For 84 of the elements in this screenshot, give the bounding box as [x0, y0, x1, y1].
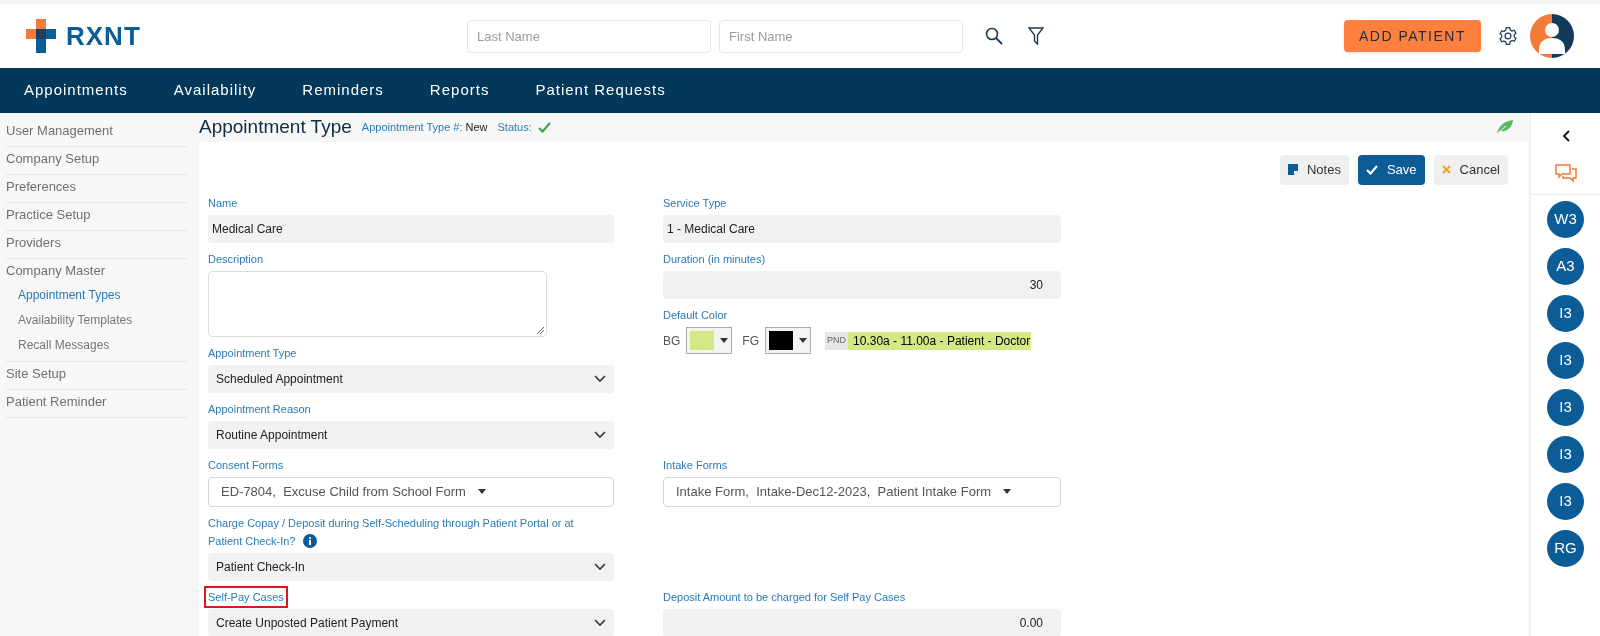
status-label: Status: [497, 120, 532, 135]
caret-icon [799, 338, 807, 343]
color-label: FG [742, 332, 759, 350]
chevron-left-icon[interactable] [1561, 130, 1570, 142]
sidebar-subitem[interactable]: Availability Templates [18, 311, 187, 330]
close-icon [1441, 165, 1451, 174]
field-label: Appointment Type [207, 345, 298, 361]
nav-tab[interactable]: Availability [173, 79, 257, 102]
sidebar-subitem[interactable]: Appointment Types [18, 286, 187, 305]
notes-button[interactable]: Notes [1279, 154, 1349, 185]
user-initials-avatar[interactable]: W3 [1547, 201, 1584, 238]
status-tag: PND [825, 331, 849, 350]
appointment-number-label: Appointment Type #: [361, 120, 463, 135]
caret-icon [720, 338, 729, 343]
color-picker[interactable] [686, 327, 733, 354]
caret-icon [477, 489, 486, 494]
sidebar-item[interactable]: Providers [6, 234, 187, 252]
nav-tab[interactable]: Appointments [24, 79, 128, 102]
settings-icon[interactable] [1498, 26, 1518, 46]
sidebar-item[interactable]: Preferences [6, 178, 187, 196]
nav-tab[interactable]: Reminders [302, 79, 384, 102]
field-label: Description [207, 251, 265, 267]
number-field[interactable]: 30 [663, 270, 1061, 299]
chevron-down-icon [594, 618, 606, 627]
chevron-down-icon [594, 374, 606, 383]
nav-tab[interactable]: Patient Requests [535, 79, 666, 102]
search-icon[interactable] [985, 27, 1003, 45]
sidebar-subitem[interactable]: Recall Messages [18, 336, 187, 355]
note-icon [1287, 164, 1298, 175]
field-label: Appointment Reason [207, 401, 312, 417]
color-picker[interactable] [765, 327, 811, 354]
color-label: BG [663, 332, 681, 350]
sidebar-item[interactable]: User Management [6, 122, 187, 140]
text-field[interactable]: Medical Care [208, 214, 614, 243]
sidebar-item[interactable]: Company Setup [6, 150, 187, 168]
user-initials-avatar[interactable]: RG [1547, 530, 1584, 567]
filter-icon[interactable] [1028, 27, 1044, 45]
check-icon [1365, 164, 1378, 175]
field-label: Name [207, 195, 239, 211]
cancel-button[interactable]: Cancel [1433, 154, 1508, 185]
sidebar-item[interactable]: Company Master [6, 262, 187, 280]
number-field[interactable]: 0.00 [663, 608, 1061, 636]
resize-handle-icon [536, 325, 544, 334]
user-avatar-icon[interactable] [1530, 14, 1574, 58]
text-field[interactable]: 1 - Medical Care [663, 214, 1061, 243]
logo-text: RXNT [66, 19, 141, 53]
user-initials-avatar[interactable]: I3 [1547, 295, 1584, 332]
user-initials-avatar[interactable]: I3 [1547, 342, 1584, 379]
field-label: Charge Copay / Deposit during Self-Scheduling through Patient Portal or at Patient Check-In? [207, 515, 575, 550]
field-label: Service Type [662, 195, 728, 211]
check-icon [537, 121, 551, 133]
nav-tab[interactable]: Reports [429, 79, 490, 102]
sidebar-item[interactable]: Practice Setup [6, 206, 187, 224]
appointment-number-value: New [465, 120, 488, 135]
select-dropdown[interactable]: Create Unposted Patient Payment [208, 608, 614, 636]
preview-text: 10.30a - 11.00a - Patient - Doctor [853, 332, 1031, 350]
caret-icon [1003, 489, 1012, 494]
info-icon [303, 533, 318, 548]
multiselect-dropdown[interactable]: Intake Form, Intake-Dec12-2023, Patient Intake Form [663, 476, 1061, 507]
leaf-icon [1496, 119, 1514, 136]
field-label: Consent Forms [207, 457, 285, 473]
sidebar-item[interactable]: Site Setup [6, 365, 187, 383]
save-button[interactable]: Save [1357, 154, 1425, 185]
chat-icon[interactable] [1554, 163, 1577, 185]
chevron-down-icon [594, 562, 606, 571]
field-label: Duration (in minutes) [662, 251, 767, 267]
multiselect-dropdown[interactable]: ED-7804, Excuse Child from School Form [208, 476, 614, 507]
sidebar-item[interactable]: Patient Reminder [6, 393, 187, 411]
field-label: Self-Pay Cases [204, 585, 288, 608]
chevron-down-icon [594, 430, 606, 439]
field-label: Default Color [662, 307, 729, 323]
user-initials-avatar[interactable]: I3 [1547, 389, 1584, 426]
field-label: Deposit Amount to be charged for Self Pay Cases [662, 589, 907, 605]
user-initials-avatar[interactable]: A3 [1547, 248, 1584, 285]
page-title: Appointment Type [199, 115, 352, 139]
field-label: Intake Forms [662, 457, 729, 473]
search-field[interactable]: First Name [719, 19, 963, 53]
add-patient-button[interactable]: ADD PATIENT [1344, 20, 1481, 52]
user-initials-avatar[interactable]: I3 [1547, 436, 1584, 473]
select-dropdown[interactable]: Patient Check-In [208, 552, 614, 581]
select-dropdown[interactable]: Scheduled Appointment [208, 364, 614, 393]
select-dropdown[interactable]: Routine Appointment [208, 420, 614, 449]
search-field[interactable]: Last Name [467, 19, 711, 53]
user-initials-avatar[interactable]: I3 [1547, 483, 1584, 520]
